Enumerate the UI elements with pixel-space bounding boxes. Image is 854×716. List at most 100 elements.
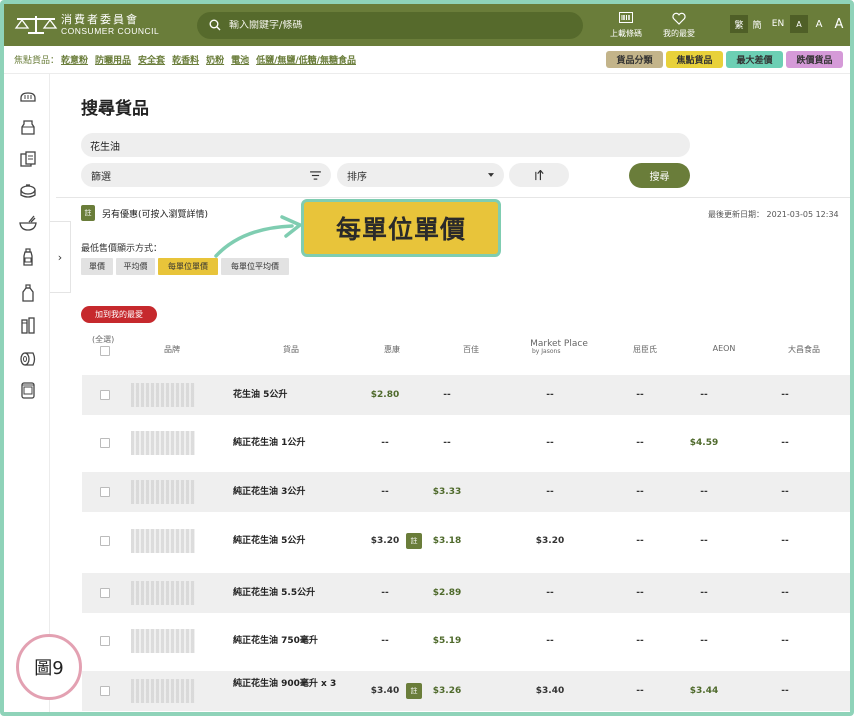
logo-english: CONSUMER COUNCIL (61, 25, 160, 36)
price-cell: $3.33 (432, 487, 462, 497)
my-favourites-link[interactable]: 我的最愛 (663, 12, 695, 39)
oil-bottle-icon[interactable] (19, 284, 37, 302)
upload-barcode-link[interactable]: 上載條碼 (610, 12, 642, 39)
price-cell: -- (781, 390, 789, 400)
mode-per-unit-price[interactable]: 每單位單價 (158, 258, 218, 275)
table-row[interactable]: 純正花生油 900毫升 x 3 $3.40 $3.26 $3.40 -- $3.44 -- 註 (82, 671, 850, 711)
largest-difference-tag-button[interactable]: 最大差價 (726, 51, 783, 68)
price-cell: $3.44 (689, 686, 719, 696)
font-size-medium[interactable]: A (812, 15, 826, 33)
mode-unit-price[interactable]: 單價 (81, 258, 113, 275)
price-cell: $3.26 (432, 686, 462, 696)
site-search[interactable] (197, 11, 583, 39)
lang-simplified[interactable]: 簡 (750, 15, 764, 33)
price-cell: -- (546, 390, 554, 400)
price-cell: -- (546, 636, 554, 646)
table-row[interactable]: 純正花生油 5公升 $3.20 $3.18 $3.20 -- -- -- 註 (82, 521, 850, 561)
product-name[interactable]: 花生油 5公升 (233, 390, 343, 400)
price-drop-tag-button[interactable]: 跌價貨品 (786, 51, 843, 68)
price-cell: -- (381, 636, 389, 646)
offer-badge: 註 (81, 205, 95, 221)
table-row[interactable]: 純正花生油 3公升 -- $3.33 -- -- -- -- (82, 472, 850, 512)
product-name[interactable]: 純正花生油 750毫升 (233, 636, 343, 646)
lang-traditional[interactable]: 繁 (730, 15, 748, 33)
price-cell: $2.89 (432, 588, 462, 598)
product-name[interactable]: 純正花生油 1公升 (233, 438, 343, 448)
offer-badge[interactable]: 註 (406, 533, 422, 549)
focus-link-spices[interactable]: 乾香料 (172, 53, 199, 66)
sauce-bottle-icon[interactable] (19, 248, 37, 266)
search-button[interactable]: 搜尋 (629, 163, 690, 188)
table-row[interactable]: 純正花生油 5.5公升 -- $2.89 -- -- -- -- (82, 573, 850, 613)
price-cell: -- (443, 390, 451, 400)
table-row[interactable]: 純正花生油 750毫升 -- $5.19 -- -- -- -- (82, 621, 850, 661)
font-size-small[interactable]: A (790, 15, 808, 33)
brand-image (131, 480, 195, 504)
cereal-box-icon[interactable] (19, 150, 37, 168)
milk-carton-icon[interactable] (19, 118, 37, 136)
offer-note: 註 另有優惠(可按入瀏覽詳情) (81, 205, 208, 221)
brand-image (131, 529, 195, 553)
sort-select[interactable]: 排序 (337, 163, 504, 187)
price-cell: -- (781, 438, 789, 448)
brand-image (131, 629, 195, 653)
lang-english[interactable]: EN (768, 15, 788, 33)
offer-text: 另有優惠(可按入瀏覽詳情) (102, 209, 209, 220)
price-cell: -- (636, 686, 644, 696)
filter-select[interactable]: 篩選 (81, 163, 331, 187)
price-cell: -- (700, 390, 708, 400)
focus-products-tag-button[interactable]: 焦點貨品 (666, 51, 723, 68)
row-checkbox[interactable] (100, 487, 110, 497)
focus-link-sunscreen[interactable]: 防曬用品 (95, 53, 131, 66)
price-cell: $2.80 (370, 390, 400, 400)
mode-average-price[interactable]: 平均價 (116, 258, 155, 275)
table-row[interactable]: 花生油 5公升 $2.80 -- -- -- -- -- (82, 375, 850, 415)
row-checkbox[interactable] (100, 636, 110, 646)
product-name[interactable]: 純正花生油 5.5公升 (233, 588, 343, 598)
brand-image (131, 679, 195, 703)
focus-link-milk-powder[interactable]: 奶粉 (206, 53, 224, 66)
price-cell: -- (700, 536, 708, 546)
focus-link-condom[interactable]: 安全套 (138, 53, 165, 66)
category-tag-button[interactable]: 貨品分類 (606, 51, 663, 68)
focus-link-pasta[interactable]: 乾意粉 (61, 53, 88, 66)
price-cell: -- (700, 636, 708, 646)
product-name[interactable]: 純正花生油 3公升 (233, 487, 343, 497)
row-checkbox[interactable] (100, 588, 110, 598)
tissue-roll-icon[interactable] (19, 350, 37, 368)
callout-text: 每單位單價 (310, 207, 492, 249)
header-dchfood: 大昌食品 (788, 345, 820, 354)
select-all-checkbox[interactable] (100, 346, 110, 356)
row-checkbox[interactable] (100, 438, 110, 448)
add-to-favourites-button[interactable]: 加到我的最愛 (81, 306, 157, 323)
mode-per-unit-average-price[interactable]: 每單位平均價 (221, 258, 289, 275)
sidebar-expand-toggle[interactable]: › (50, 221, 71, 293)
price-cell: -- (546, 487, 554, 497)
bowl-icon[interactable] (19, 214, 37, 232)
row-checkbox[interactable] (100, 686, 110, 696)
product-name[interactable]: 純正花生油 900毫升 x 3 (233, 679, 343, 689)
consumer-council-logo[interactable]: 消費者委員會 CONSUMER COUNCIL (14, 13, 189, 37)
sort-direction-button[interactable] (509, 163, 569, 187)
last-updated: 最後更新日期： 2021-03-05 12:34 (708, 210, 839, 219)
rice-cooker-icon[interactable] (19, 182, 37, 200)
product-name[interactable]: 純正花生油 5公升 (233, 536, 343, 546)
brand-image (131, 383, 195, 407)
keyword-input[interactable] (81, 133, 690, 157)
row-checkbox[interactable] (100, 536, 110, 546)
price-cell: -- (781, 636, 789, 646)
price-cell: -- (636, 487, 644, 497)
focus-link-battery[interactable]: 電池 (231, 53, 249, 66)
table-row[interactable]: 純正花生油 1公升 -- -- -- -- $4.59 -- (82, 423, 850, 463)
header-parknshop: 百佳 (463, 345, 479, 354)
price-cell: $3.40 (370, 686, 400, 696)
focus-link-low-salt-sugar[interactable]: 低鹽/無鹽/低糖/無糖食品 (256, 53, 356, 66)
font-size-large[interactable]: A (830, 15, 848, 33)
canned-food-icon[interactable] (19, 381, 37, 399)
offer-badge[interactable]: 註 (406, 683, 422, 699)
row-checkbox[interactable] (100, 390, 110, 400)
filter-label: 篩選 (91, 171, 111, 183)
toiletries-icon[interactable] (19, 316, 37, 334)
bread-icon[interactable] (19, 88, 37, 106)
site-search-input[interactable] (229, 19, 559, 31)
